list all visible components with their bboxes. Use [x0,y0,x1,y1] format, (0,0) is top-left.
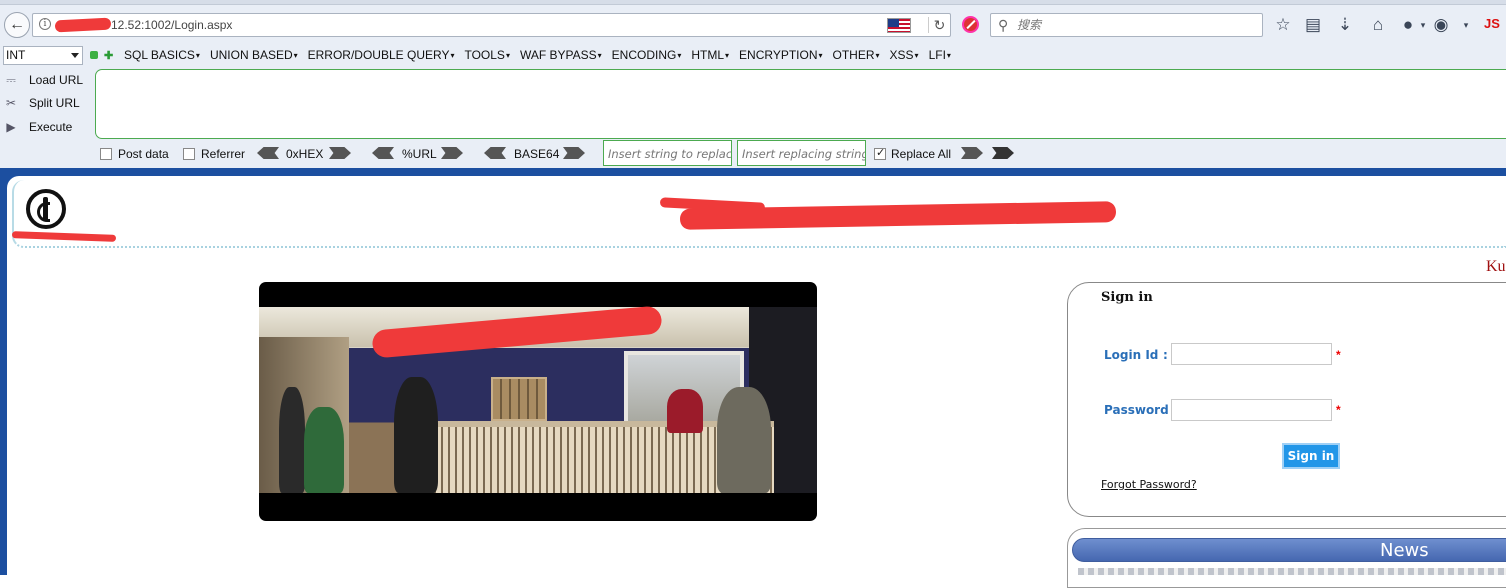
password-label: Password : [1104,403,1178,417]
info-icon[interactable]: i [39,18,51,30]
menu-waf-bypass[interactable]: WAF BYPASS [520,48,602,62]
site-logo-icon [26,189,66,229]
increase-icon[interactable]: ✚ [104,49,113,62]
execute-label: Execute [29,120,73,134]
reading-list-icon[interactable]: ▤ [1302,14,1324,36]
menu-dropdown-icon[interactable]: ▾ [1455,14,1477,36]
split-url-icon: ✂ [5,96,17,110]
reload-icon[interactable]: ↻ [928,17,946,33]
url-encode-label: %URL [402,147,437,161]
js-toggle[interactable]: JS [1484,16,1500,31]
chevron-down-icon [71,53,79,58]
login-id-input[interactable] [1171,343,1332,365]
palette-icon[interactable]: ◉ [1430,14,1452,36]
menu-encryption[interactable]: ENCRYPTION [739,48,822,62]
search-input[interactable] [1015,17,1255,33]
load-url-icon: ⎓ [6,73,16,87]
required-marker: * [1336,403,1341,417]
news-header-bar [1072,538,1506,562]
menu-union-based[interactable]: UNION BASED [210,48,298,62]
bookmark-star-icon[interactable]: ☆ [1272,14,1294,36]
search-box[interactable]: ⚲ [990,13,1263,37]
search-icon: ⚲ [998,17,1009,33]
news-ticker-line [1078,568,1506,575]
replace-all-label: Replace All [891,147,952,161]
download-icon[interactable]: ⇣ [1334,14,1356,36]
post-data-checkbox[interactable] [100,148,112,160]
signin-button[interactable]: Sign in [1282,443,1340,469]
referrer-checkbox[interactable] [183,148,195,160]
referrer-label: Referrer [201,147,246,161]
split-url-label: Split URL [29,96,80,110]
menu-xss[interactable]: XSS [890,48,919,62]
home-icon[interactable]: ⌂ [1367,14,1389,36]
post-data-label: Post data [118,147,169,161]
execute-icon: ▶ [6,120,16,134]
address-bar[interactable]: i 12.52:1002/Login.aspx ↻ [32,13,951,37]
tab-strip [0,0,1506,5]
hackbar-type-value: INT [6,48,26,62]
menu-lfi[interactable]: LFI [929,48,951,62]
menu-tools[interactable]: TOOLS [464,48,509,62]
load-url-button[interactable]: ⎓ Load URL [3,70,83,90]
scrolling-marquee-text: Ku [1486,258,1506,275]
forgot-password-link[interactable]: Forgot Password? [1101,478,1197,491]
replacing-string-input[interactable]: Insert replacing string [737,140,866,166]
base64-label: BASE64 [514,147,560,161]
login-id-colon: : [1163,348,1168,362]
menu-other[interactable]: OTHER [833,48,880,62]
password-input[interactable] [1171,399,1332,421]
hackbar-menu: SQL BASICS UNION BASED ERROR/DOUBLE QUER… [124,48,951,62]
menu-html[interactable]: HTML [691,48,729,62]
menu-encoding[interactable]: ENCODING [612,48,682,62]
back-arrow-icon: ← [9,16,25,33]
replace-string-input[interactable]: Insert string to replace [603,140,732,166]
decrease-icon[interactable] [90,51,98,59]
hackbar-type-select[interactable]: INT [3,46,83,65]
us-flag-icon[interactable] [887,18,911,33]
hex-label: 0xHEX [286,147,324,161]
back-button[interactable]: ← [4,12,30,38]
noscript-icon[interactable] [962,16,979,33]
menu-sql-basics[interactable]: SQL BASICS [124,48,200,62]
required-marker: * [1336,348,1341,362]
signin-title: Sign in [1101,290,1153,305]
execute-button[interactable]: ▶ Execute [3,117,72,137]
load-url-label: Load URL [29,73,84,87]
replace-all-checkbox[interactable] [874,146,886,160]
menu-error-double-query[interactable]: ERROR/DOUBLE QUERY [308,48,455,62]
news-title: News [1380,540,1429,561]
login-id-label: Login Id [1104,348,1159,362]
split-url-button[interactable]: ✂ Split URL [3,93,80,113]
hackbar-url-textarea[interactable] [95,69,1506,139]
